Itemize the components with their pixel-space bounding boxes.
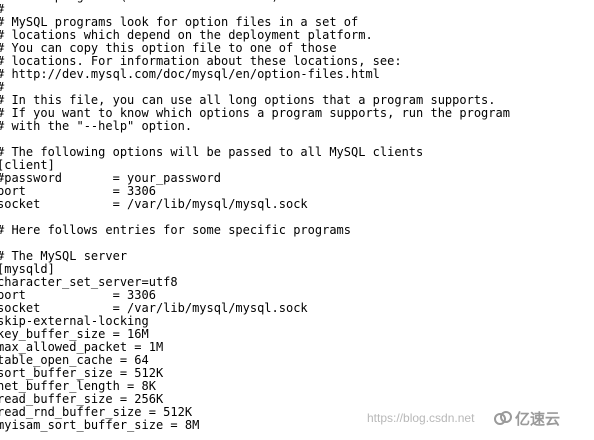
config-line: socket = /var/lib/mysql/mysql.sock	[0, 197, 308, 211]
config-line: # http://dev.mysql.com/doc/mysql/en/opti…	[0, 67, 380, 81]
config-file-content: # other programs (such as a web server)#…	[0, 0, 510, 432]
config-line: # with the "--help" option.	[0, 119, 193, 133]
config-line: # Here follows entries for some specific…	[0, 223, 352, 237]
config-line: # The MySQL server	[0, 249, 128, 263]
config-line: # The following options will be passed t…	[0, 145, 424, 159]
text-editor[interactable]: # other programs (such as a web server)#…	[0, 0, 594, 440]
config-line: myisam_sort_buffer_size = 8M	[0, 418, 200, 432]
watermark-brand: 亿速云	[515, 410, 561, 428]
